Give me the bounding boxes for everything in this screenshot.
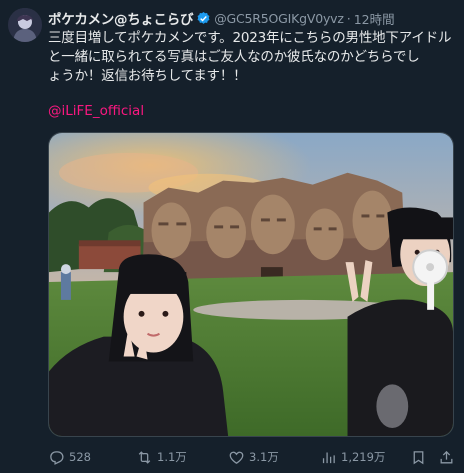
bookmark-button[interactable] xyxy=(410,447,427,467)
tweet-header: ポケカメン@ちょこらび @GC5R5OGIKgV0yvz · 12時間 xyxy=(48,8,456,29)
tweet-text-line: 三度目増してポケカメンです。2023年にこちらの男性地下アイドル xyxy=(48,30,452,46)
tweet-text-line: と一緒に取られてる写真はご友人なのか彼氏なのかどちらでし xyxy=(48,49,420,65)
avatar[interactable] xyxy=(8,8,42,42)
like-count: 3.1万 xyxy=(249,450,279,464)
reply-icon xyxy=(50,450,64,465)
retweet-count: 1.1万 xyxy=(157,450,187,464)
reply-button[interactable]: 528 xyxy=(48,447,91,467)
mention-link[interactable]: @iLiFE_official xyxy=(48,103,144,119)
separator-dot: · xyxy=(346,10,351,26)
tweet-text: 三度目増してポケカメンです。2023年にこちらの男性地下アイドル と一緒に取られ… xyxy=(48,29,452,86)
user-handle[interactable]: @GC5R5OGIKgV0yvz xyxy=(214,11,344,26)
timestamp[interactable]: 12時間 xyxy=(354,9,395,28)
retweet-button[interactable]: 1.1万 xyxy=(136,447,187,467)
action-bar: 528 1.1万 3.1万 1,219万 xyxy=(48,447,460,467)
reply-count: 528 xyxy=(69,450,91,464)
bookmark-icon xyxy=(413,450,424,464)
display-name[interactable]: ポケカメン@ちょこらび xyxy=(48,8,194,28)
retweet-icon xyxy=(138,450,151,464)
tweet-photo[interactable] xyxy=(48,132,454,437)
verified-badge-icon xyxy=(197,11,210,24)
like-button[interactable]: 3.1万 xyxy=(228,447,279,467)
share-button[interactable] xyxy=(438,447,455,467)
share-icon xyxy=(440,450,453,463)
views-button[interactable]: 1,219万 xyxy=(320,447,385,467)
like-icon xyxy=(229,451,244,464)
views-count: 1,219万 xyxy=(341,450,386,464)
tweet-text-line: ょうか！返信お待ちしてます！！ xyxy=(48,68,247,84)
views-icon xyxy=(322,452,335,463)
